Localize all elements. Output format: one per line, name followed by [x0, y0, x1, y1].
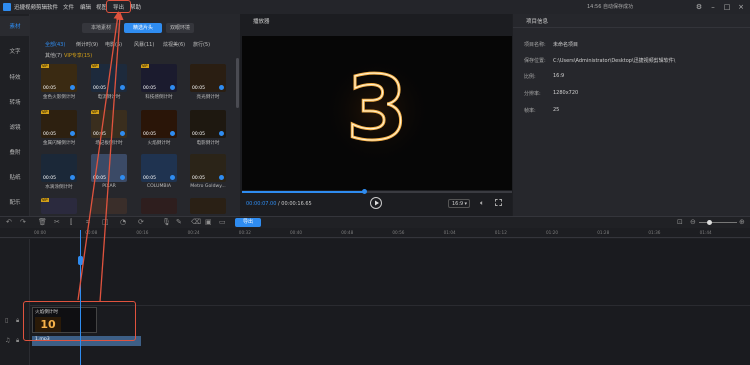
annotation-arrow-1	[77, 11, 122, 301]
annotation-arrows	[77, 11, 124, 303]
annotation-arrow-2	[99, 12, 124, 303]
